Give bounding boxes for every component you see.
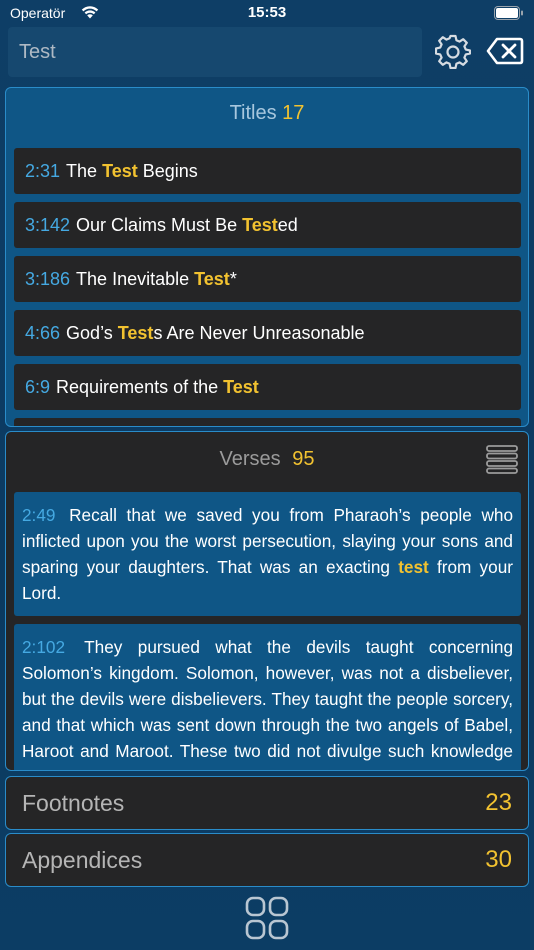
gear-icon[interactable]	[435, 33, 471, 69]
clear-backspace-icon[interactable]	[486, 37, 524, 65]
footnotes-row[interactable]: Footnotes 23	[5, 776, 529, 830]
verse-text: They pursued what the devils taught conc…	[22, 637, 514, 770]
verse-reference: 2:49	[22, 505, 56, 525]
title-reference: 3:186	[25, 268, 71, 289]
verses-header[interactable]: Verses 95	[6, 448, 528, 471]
footnotes-count: 23	[485, 789, 512, 816]
footnotes-label: Footnotes	[22, 789, 125, 816]
verses-panel: Verses 95 2:49 Recall that we saved you …	[5, 431, 529, 771]
status-time: 15:53	[247, 4, 287, 21]
title-reference: 4:66	[25, 322, 61, 343]
verse-item[interactable]: 2:49 Recall that we saved you from Phara…	[14, 492, 521, 616]
search-highlight: Test	[242, 214, 278, 235]
title-item[interactable]: 2:31 The Test Begins	[14, 148, 521, 194]
appendices-count: 30	[485, 846, 512, 873]
app-root: Operatör 15:53 Titles 17	[0, 0, 534, 950]
verses-label: Verses	[219, 448, 281, 470]
title-item[interactable]: 4:66 God’s Tests Are Never Unreasonable	[14, 310, 521, 356]
title-text: The Inevitable Test*	[76, 268, 237, 289]
titles-label: Titles	[229, 102, 277, 124]
search-highlight: Test	[117, 322, 154, 343]
title-item[interactable]: 6:9 Requirements of the Test	[14, 364, 521, 410]
title-text: The Test Begins	[66, 160, 198, 181]
title-list: 2:31 The Test Begins 3:142 Our Claims Mu…	[14, 148, 521, 426]
search-highlight: Test	[223, 376, 259, 397]
verse-list: 2:49 Recall that we saved you from Phara…	[14, 492, 521, 770]
titles-panel: Titles 17 2:31 The Test Begins 3:142 Our…	[5, 87, 529, 427]
title-reference: 3:142	[25, 214, 71, 235]
search-highlight: Test	[102, 160, 138, 181]
appendices-row[interactable]: Appendices 30	[5, 833, 529, 887]
appendices-label: Appendices	[22, 846, 143, 873]
title-text: Requirements of the Test	[56, 376, 259, 397]
title-item-partial[interactable]	[14, 418, 521, 426]
title-reference: 2:31	[25, 160, 61, 181]
battery-icon	[494, 6, 523, 20]
status-bar: Operatör 15:53	[0, 0, 534, 26]
title-text: Our Claims Must Be Tested	[76, 214, 298, 235]
search-highlight: test	[398, 557, 429, 577]
title-item[interactable]: 3:142 Our Claims Must Be Tested	[14, 202, 521, 248]
title-item[interactable]: 3:186 The Inevitable Test*	[14, 256, 521, 302]
title-text: God’s Tests Are Never Unreasonable	[66, 322, 365, 343]
verse-item[interactable]: 2:102 They pursued what the devils taugh…	[14, 624, 521, 770]
search-box[interactable]	[8, 27, 422, 77]
verses-count: 95	[292, 448, 315, 470]
list-lines-icon[interactable]	[486, 444, 518, 474]
search-highlight: Test	[194, 268, 230, 289]
search-input[interactable]	[19, 40, 422, 64]
grid-four-squares-icon[interactable]	[245, 896, 289, 940]
verse-reference: 2:102	[22, 637, 66, 657]
titles-header[interactable]: Titles 17	[6, 102, 528, 125]
titles-count: 17	[282, 102, 305, 124]
title-reference: 6:9	[25, 376, 51, 397]
